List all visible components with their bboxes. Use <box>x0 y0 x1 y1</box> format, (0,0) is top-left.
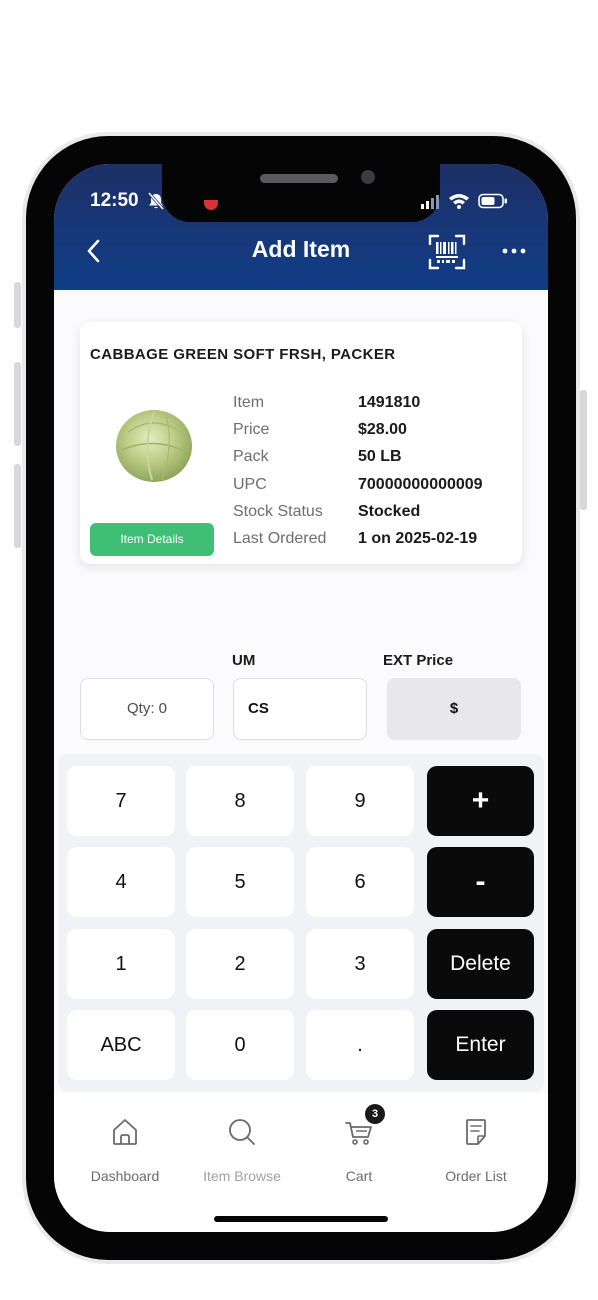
signal-icon <box>421 195 439 209</box>
numeric-keypad: 7 8 9 + 4 5 6 - 1 2 3 Delete ABC 0 . Ent… <box>58 754 544 1092</box>
volume-down-button <box>14 464 21 548</box>
delete-button[interactable]: Delete <box>427 929 534 999</box>
minus-button[interactable]: - <box>427 847 534 917</box>
unit-of-measure-field[interactable]: CS <box>233 678 367 740</box>
barcode-scan-icon[interactable] <box>428 234 466 270</box>
nav-label-dashboard: Dashboard <box>90 1168 160 1184</box>
product-image <box>116 410 192 482</box>
speaker-grille <box>260 174 338 183</box>
key-4[interactable]: 4 <box>67 847 175 917</box>
upc-label: UPC <box>233 476 267 493</box>
pack-label: Pack <box>233 448 269 465</box>
notch <box>162 164 440 222</box>
key-8[interactable]: 8 <box>186 766 294 836</box>
price-value: $28.00 <box>358 421 407 438</box>
key-decimal[interactable]: . <box>306 1010 414 1080</box>
ext-price-label: EXT Price <box>383 652 454 669</box>
item-details-button[interactable]: Item Details <box>90 523 214 556</box>
order-list-icon <box>466 1119 486 1145</box>
price-label: Price <box>233 421 270 438</box>
last-ordered-value: 1 on 2025-02-19 <box>358 530 478 547</box>
key-abc[interactable]: ABC <box>67 1010 175 1080</box>
quantity-field[interactable]: Qty: 0 <box>80 678 214 740</box>
enter-button[interactable]: Enter <box>427 1010 534 1080</box>
search-icon <box>229 1119 255 1145</box>
key-9[interactable]: 9 <box>306 766 414 836</box>
key-5[interactable]: 5 <box>186 847 294 917</box>
key-6[interactable]: 6 <box>306 847 414 917</box>
home-indicator[interactable] <box>214 1216 388 1222</box>
key-1[interactable]: 1 <box>67 929 175 999</box>
page-title: Add Item <box>251 236 351 262</box>
nav-label-item-browse: Item Browse <box>203 1168 281 1184</box>
front-camera <box>361 170 375 184</box>
page: 12:50 Add Item CABBAGE GREEN SOFT FRSH, … <box>0 0 598 1300</box>
key-0[interactable]: 0 <box>186 1010 294 1080</box>
key-7[interactable]: 7 <box>67 766 175 836</box>
bottom-navigation: Dashboard Item Browse 3 Cart Order List <box>54 1094 548 1232</box>
item-number-value: 1491810 <box>358 394 421 411</box>
stock-status-value: Stocked <box>358 503 421 520</box>
more-options-icon[interactable] <box>502 248 526 254</box>
pack-value: 50 LB <box>358 448 402 465</box>
home-icon <box>113 1119 137 1145</box>
nav-item-item-browse[interactable]: Item Browse <box>182 1094 302 1204</box>
um-label: UM <box>232 652 256 669</box>
volume-up-button <box>14 362 21 446</box>
ext-price-field: $ <box>387 678 521 740</box>
stock-status-label: Stock Status <box>233 503 323 520</box>
last-ordered-label: Last Ordered <box>233 530 327 547</box>
upc-value: 70000000000009 <box>358 476 483 493</box>
nav-label-cart: Cart <box>345 1168 373 1184</box>
wifi-icon <box>449 194 469 209</box>
nav-item-order-list[interactable]: Order List <box>416 1094 536 1204</box>
nav-label-order-list: Order List <box>445 1168 507 1184</box>
nav-item-dashboard[interactable]: Dashboard <box>65 1094 185 1204</box>
power-button <box>580 390 587 510</box>
cart-count-badge: 3 <box>365 1104 385 1124</box>
app-screen: 12:50 Add Item CABBAGE GREEN SOFT FRSH, … <box>54 164 548 1232</box>
product-name: CABBAGE GREEN SOFT FRSH, PACKER <box>90 346 396 363</box>
app-header: 12:50 Add Item <box>54 164 548 290</box>
item-number-label: Item <box>233 394 265 411</box>
battery-icon <box>478 193 507 209</box>
key-2[interactable]: 2 <box>186 929 294 999</box>
product-card: CABBAGE GREEN SOFT FRSH, PACKER Item Det… <box>80 322 522 564</box>
mute-switch <box>14 282 21 328</box>
nav-item-cart[interactable]: 3 Cart <box>299 1094 419 1204</box>
status-time: 12:50 <box>90 190 139 211</box>
plus-button[interactable]: + <box>427 766 534 836</box>
bell-muted-icon <box>147 192 165 210</box>
key-3[interactable]: 3 <box>306 929 414 999</box>
